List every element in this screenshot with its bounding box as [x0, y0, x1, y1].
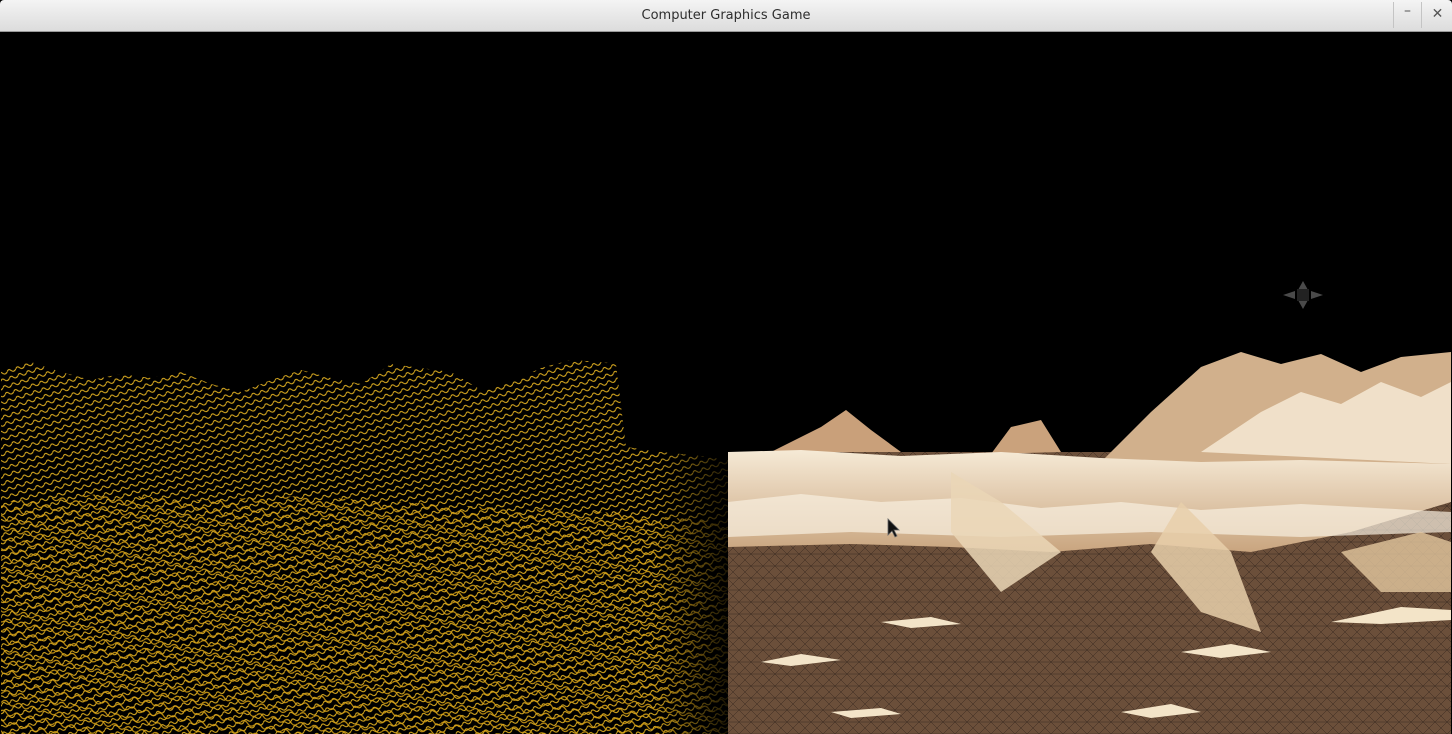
terrain-canvas — [1, 32, 1451, 734]
wireframe-terrain — [1, 32, 728, 734]
game-viewport[interactable] — [1, 32, 1451, 734]
move-crosshair-icon[interactable] — [1283, 281, 1323, 309]
window-titlebar[interactable]: Computer Graphics Game – ✕ — [0, 0, 1452, 32]
close-button[interactable]: ✕ — [1423, 2, 1452, 28]
window-title: Computer Graphics Game — [641, 8, 811, 23]
minimize-button[interactable]: – — [1393, 2, 1422, 28]
shaded-terrain — [728, 352, 1451, 734]
